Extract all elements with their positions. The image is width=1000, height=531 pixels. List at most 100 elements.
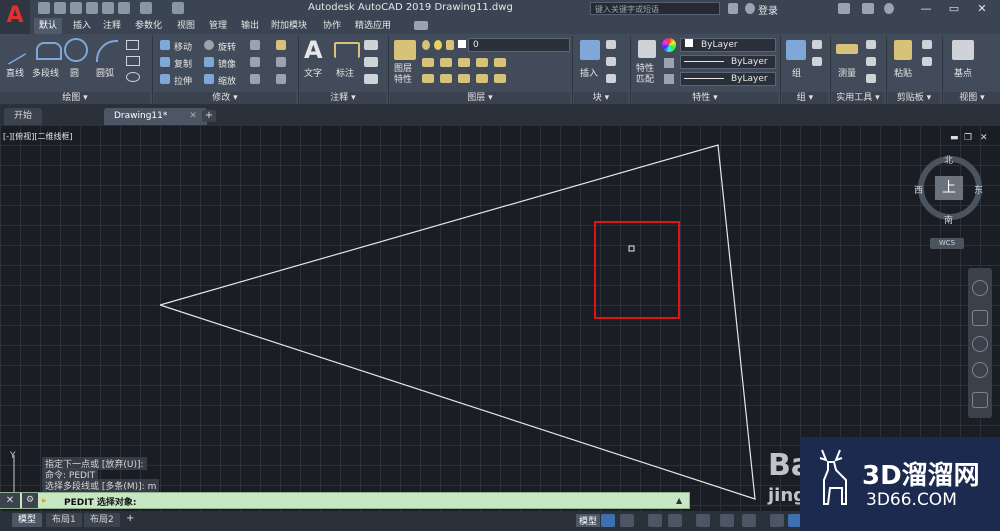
cart-icon[interactable] xyxy=(838,3,850,14)
viewcube-face-top[interactable]: 上 xyxy=(935,176,963,200)
attribute-icon[interactable] xyxy=(606,74,616,83)
copy-tool[interactable]: 复制 xyxy=(174,57,192,70)
selection-box[interactable] xyxy=(594,221,680,319)
compass-south[interactable]: 南 xyxy=(944,213,953,226)
linear-dim-icon[interactable] xyxy=(364,40,378,50)
new-tab-icon[interactable]: + xyxy=(202,110,216,122)
fillet-icon[interactable] xyxy=(250,57,260,67)
erase-icon[interactable] xyxy=(276,40,286,50)
copy-clip-icon[interactable] xyxy=(922,57,932,66)
tab-drawing11[interactable]: Drawing11* ✕ xyxy=(104,108,207,125)
recent-commands-icon[interactable]: ▸ xyxy=(42,496,47,506)
ellipse-icon[interactable] xyxy=(126,72,140,82)
view-group-label[interactable]: 视图 ▾ xyxy=(944,92,1000,104)
lineweight-dropdown[interactable]: ByLayer xyxy=(680,72,776,86)
layer-tool-icon[interactable] xyxy=(494,58,506,67)
add-layout-icon[interactable]: + xyxy=(126,513,134,524)
plot-icon[interactable] xyxy=(118,2,130,14)
offset-icon[interactable] xyxy=(276,74,286,84)
tab-output[interactable]: 输出 xyxy=(236,18,264,34)
clipboard-group-label[interactable]: 剪贴板 ▾ xyxy=(888,92,940,104)
lineweight-toggle-icon[interactable] xyxy=(770,514,784,527)
ungroup-icon[interactable] xyxy=(812,40,822,49)
block-group-label[interactable]: 块 ▾ xyxy=(574,92,628,104)
app-menu-button[interactable]: A xyxy=(0,0,30,34)
layer-tool-icon[interactable] xyxy=(440,58,452,67)
rectangle-icon[interactable] xyxy=(126,40,139,50)
zoom-icon[interactable] xyxy=(972,336,988,352)
exchange-icon[interactable] xyxy=(862,3,874,14)
rotate-tool[interactable]: 旋转 xyxy=(218,40,236,53)
layer-tool-icon[interactable] xyxy=(458,58,470,67)
layer-lock-icon[interactable] xyxy=(446,40,454,50)
mirror-tool[interactable]: 镜像 xyxy=(218,57,236,70)
tab-parametric[interactable]: 参数化 xyxy=(130,18,167,34)
isodraft-toggle-icon[interactable] xyxy=(696,514,710,527)
showmotion-icon[interactable] xyxy=(972,392,988,408)
minimize-button[interactable]: — xyxy=(912,0,940,18)
layer-tool-icon[interactable] xyxy=(440,74,452,83)
layer-tool-icon[interactable] xyxy=(476,74,488,83)
login-button[interactable]: 登录 xyxy=(758,2,778,17)
color-wheel-icon[interactable] xyxy=(662,38,676,52)
arc-tool[interactable]: 圆弧 xyxy=(96,66,114,79)
wcs-menu[interactable]: WCS xyxy=(930,238,964,249)
close-command-icon[interactable]: ✕ xyxy=(0,493,20,508)
properties-group-label[interactable]: 特性 ▾ xyxy=(632,92,778,104)
viewport-minimize-icon[interactable]: ▬ xyxy=(950,133,959,143)
save-icon[interactable] xyxy=(70,2,82,14)
ortho-toggle-icon[interactable] xyxy=(648,514,662,527)
quick-select-icon[interactable] xyxy=(866,74,876,83)
redo-icon[interactable] xyxy=(172,2,184,14)
base-point-tool[interactable]: 基点 xyxy=(954,66,972,79)
group-edit-icon[interactable] xyxy=(812,57,822,66)
linetype-dropdown[interactable]: ByLayer xyxy=(680,55,776,69)
utilities-group-label[interactable]: 实用工具 ▾ xyxy=(832,92,884,104)
viewport-restore-icon[interactable]: ❐ xyxy=(964,133,972,143)
layer-on-icon[interactable] xyxy=(422,40,430,50)
tab-manage[interactable]: 管理 xyxy=(204,18,232,34)
search-input[interactable]: 键入关键字或短语 xyxy=(590,2,720,15)
explode-icon[interactable] xyxy=(276,57,286,67)
help-icon[interactable] xyxy=(884,3,894,14)
edit-block-icon[interactable] xyxy=(606,57,616,66)
otrack-toggle-icon[interactable] xyxy=(742,514,756,527)
linetype-icon[interactable] xyxy=(664,58,674,68)
stretch-tool[interactable]: 拉伸 xyxy=(174,74,192,87)
tab-insert[interactable]: 插入 xyxy=(68,18,96,34)
tab-collaborate[interactable]: 协作 xyxy=(318,18,346,34)
polar-toggle-icon[interactable] xyxy=(668,514,682,527)
layer-tool-icon[interactable] xyxy=(476,58,488,67)
annotation-group-label[interactable]: 注释 ▾ xyxy=(300,92,386,104)
open-file-icon[interactable] xyxy=(54,2,66,14)
dimension-tool[interactable]: 标注 xyxy=(336,66,354,79)
groups-group-label[interactable]: 组 ▾ xyxy=(782,92,828,104)
move-tool[interactable]: 移动 xyxy=(174,40,192,53)
array-icon[interactable] xyxy=(250,74,260,84)
compass-west[interactable]: 西 xyxy=(914,183,923,196)
layer-properties-tool[interactable]: 图层 特性 xyxy=(394,64,412,86)
tab-annotate[interactable]: 注释 xyxy=(98,18,126,34)
layer-color-swatch[interactable] xyxy=(458,40,466,48)
paste-tool[interactable]: 粘贴 xyxy=(894,66,912,79)
tab-featured-apps[interactable]: 精选应用 xyxy=(350,18,396,34)
grid-toggle-icon[interactable] xyxy=(601,514,615,527)
measure-tool[interactable]: 测量 xyxy=(838,66,856,79)
viewport-close-icon[interactable]: ✕ xyxy=(980,133,988,143)
compass-east[interactable]: 东 xyxy=(974,183,983,196)
snap-toggle-icon[interactable] xyxy=(620,514,634,527)
undo-icon[interactable] xyxy=(140,2,152,14)
id-point-icon[interactable] xyxy=(866,40,876,49)
tab-addins[interactable]: 附加模块 xyxy=(266,18,312,34)
calculator-icon[interactable] xyxy=(866,57,876,66)
layers-group-label[interactable]: 图层 ▾ xyxy=(390,92,570,104)
draw-group-label[interactable]: 绘图 ▾ xyxy=(0,92,150,104)
match-properties-tool[interactable]: 特性 匹配 xyxy=(636,64,654,86)
wrench-icon[interactable]: ⚙ xyxy=(22,493,38,508)
layer-tool-icon[interactable] xyxy=(458,74,470,83)
osnap-toggle-icon[interactable] xyxy=(720,514,734,527)
insert-tool[interactable]: 插入 xyxy=(580,66,598,79)
orbit-icon[interactable] xyxy=(972,362,988,378)
layout-tab-model[interactable]: 模型 xyxy=(12,513,43,527)
leader-icon[interactable] xyxy=(364,57,378,67)
